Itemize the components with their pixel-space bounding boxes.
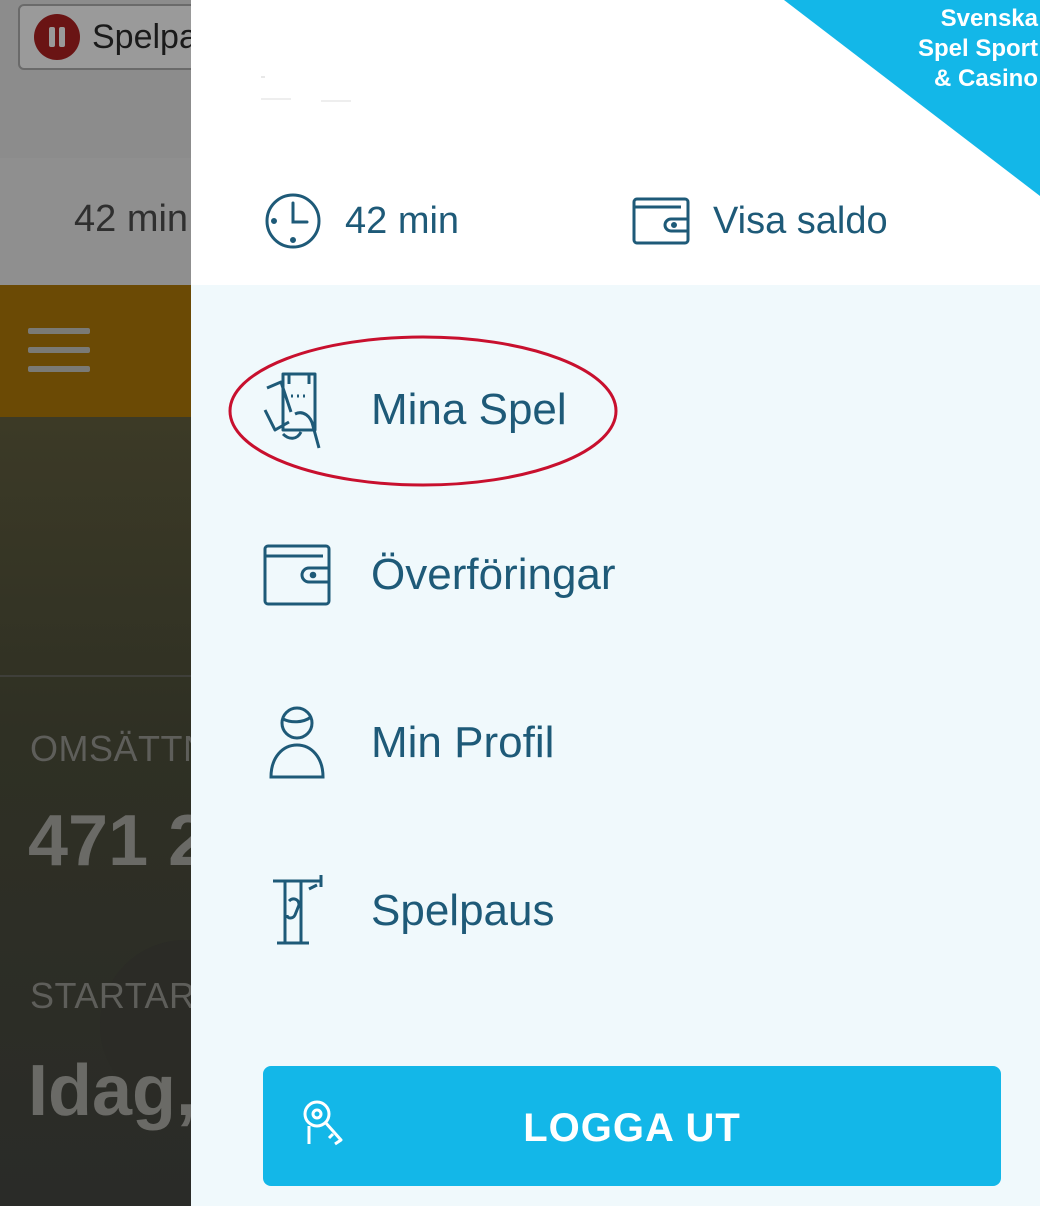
omsattning-label: OMSÄTTN: [30, 728, 210, 769]
menu-item-overforingar[interactable]: Överföringar: [261, 530, 616, 620]
brand-line-3: & Casino: [933, 65, 1038, 92]
menu-item-min-profil-label: Min Profil: [371, 718, 555, 767]
pause-icon: [34, 14, 80, 60]
menu-item-mina-spel-label: Mina Spel: [371, 385, 567, 434]
menu-item-spelpaus[interactable]: Spelpaus: [261, 866, 554, 956]
wallet-icon: [632, 197, 690, 245]
brand-corner-text: Svenska Spel Sport & Casino: [918, 4, 1038, 94]
logout-button[interactable]: LOGGA UT: [263, 1066, 1001, 1186]
logout-button-label: LOGGA UT: [523, 1106, 741, 1150]
hamburger-menu-icon[interactable]: [28, 328, 90, 372]
side-drawer: Svenska Spel Sport & Casino 42 min Visa …: [191, 0, 1040, 1206]
pause-stand-icon: [261, 871, 335, 951]
show-balance-button[interactable]: Visa saldo: [631, 190, 888, 252]
logo-placeholder: [261, 76, 351, 102]
menu-item-mina-spel[interactable]: Mina Spel: [261, 365, 567, 455]
omsattning-value: 471 2: [28, 801, 209, 881]
show-balance-label: Visa saldo: [713, 199, 888, 242]
clock-icon: [265, 193, 321, 249]
brand-line-1: Svenska: [940, 5, 1038, 32]
session-time-value: 42 min: [345, 199, 460, 242]
startar-label: STARTAR:: [30, 975, 207, 1016]
startar-value: Idag,: [28, 1051, 197, 1131]
tickets-hand-icon: [261, 370, 335, 450]
background-divider: [0, 675, 192, 677]
session-time: 42 min: [263, 190, 459, 252]
brand-line-2: Spel Sport: [917, 35, 1038, 62]
menu-item-spelpaus-label: Spelpaus: [371, 886, 555, 935]
profile-icon: [261, 703, 335, 783]
menu-item-min-profil[interactable]: Min Profil: [261, 698, 554, 788]
wallet-icon: [261, 535, 335, 615]
background-session-time: 42 min: [74, 198, 189, 240]
menu-item-overforingar-label: Överföringar: [371, 550, 616, 599]
